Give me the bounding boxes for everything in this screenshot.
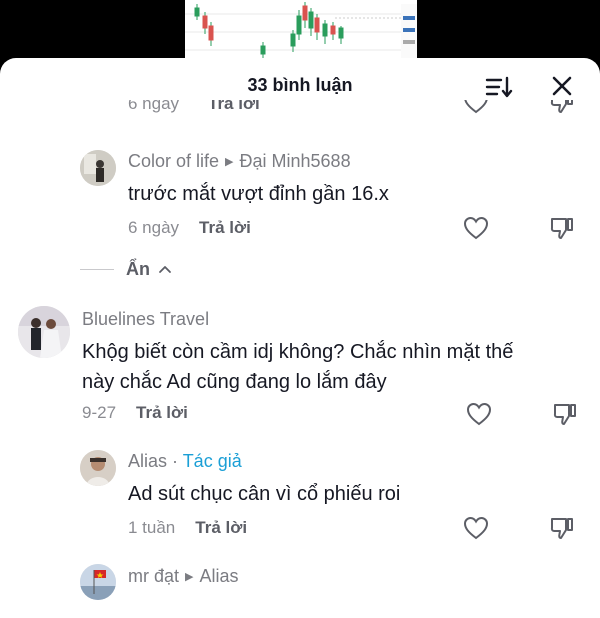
reply-to-username[interactable]: Đại Minh5688 [240,151,351,171]
comment-text: trước mắt vượt đỉnh gần 16.x [128,183,389,205]
reply-arrow-icon: ▶ [225,156,234,168]
sort-button[interactable] [484,74,514,100]
comment-actions: 1 tuần Trả lời [128,518,247,538]
chevron-up-icon [159,266,171,273]
dislike-icon[interactable] [548,514,576,542]
close-button[interactable] [548,74,576,100]
heart-icon[interactable] [462,514,490,542]
author-badge: Tác giả [182,451,242,471]
reply-button[interactable]: Trả lời [195,518,247,537]
comment-date: 1 tuần [128,518,176,537]
comment-actions: 6 ngày Trả lời [128,218,251,238]
comment-date: 9-27 [82,403,117,422]
comment-username[interactable]: Color of life [128,151,219,171]
collapse-label: Ẩn [126,259,150,279]
comment-text-line-2: này chắc Ad cũng đang lo lắm đây [82,371,387,393]
comment-date: 6 ngày [128,218,180,237]
reply-to-username[interactable]: Alias [199,566,238,586]
avatar-image [80,450,116,486]
author-separator: · [167,451,183,471]
comment-text: Ad sút chục cân vì cổ phiếu roi [128,483,401,505]
comment-username-line: Alias · Tác giả [128,451,242,472]
comment-username-line: Color of life ▶ Đại Minh5688 [128,151,351,172]
avatar[interactable] [80,450,116,486]
dislike-icon[interactable] [548,100,576,116]
divider-line [80,269,114,270]
reply-button[interactable]: Trả lời [199,218,251,237]
avatar[interactable] [18,306,70,358]
heart-icon[interactable] [465,400,493,428]
comment-username[interactable]: mr đạt [128,566,179,586]
avatar[interactable] [80,150,116,186]
comment-actions: 9-27 Trả lời [82,403,188,423]
dislike-icon[interactable] [551,400,579,428]
comment-username[interactable]: Alias [128,451,167,471]
comment-date: 6 ngày [128,100,180,113]
heart-icon[interactable] [462,100,490,116]
close-icon [552,76,572,96]
avatar[interactable] [80,564,116,600]
heart-icon[interactable] [462,214,490,242]
comment-username[interactable]: Bluelines Travel [82,309,209,330]
avatar-image [80,564,116,600]
collapse-replies-button[interactable]: Ẩn [80,259,172,280]
reply-button[interactable]: Trả lời [136,403,188,422]
dislike-icon[interactable] [548,214,576,242]
comment-username-line: mr đạt ▶ Alias [128,566,239,587]
video-chart-preview [185,0,417,60]
sort-icon [485,76,513,98]
avatar-image [80,150,116,186]
reply-button[interactable]: Trả lời [208,100,260,114]
comment-text-line-1: Khộg biết còn cầm idj không? Chắc nhìn m… [82,341,514,363]
avatar-image [18,306,70,358]
scrolled-comment-actions: 6 ngày Trả lời [0,100,600,122]
comments-panel: 33 bình luận 6 ngày Trả lời Color of lif… [0,58,600,618]
reply-arrow-icon: ▶ [185,571,194,583]
chart-thumbnail [185,2,417,60]
